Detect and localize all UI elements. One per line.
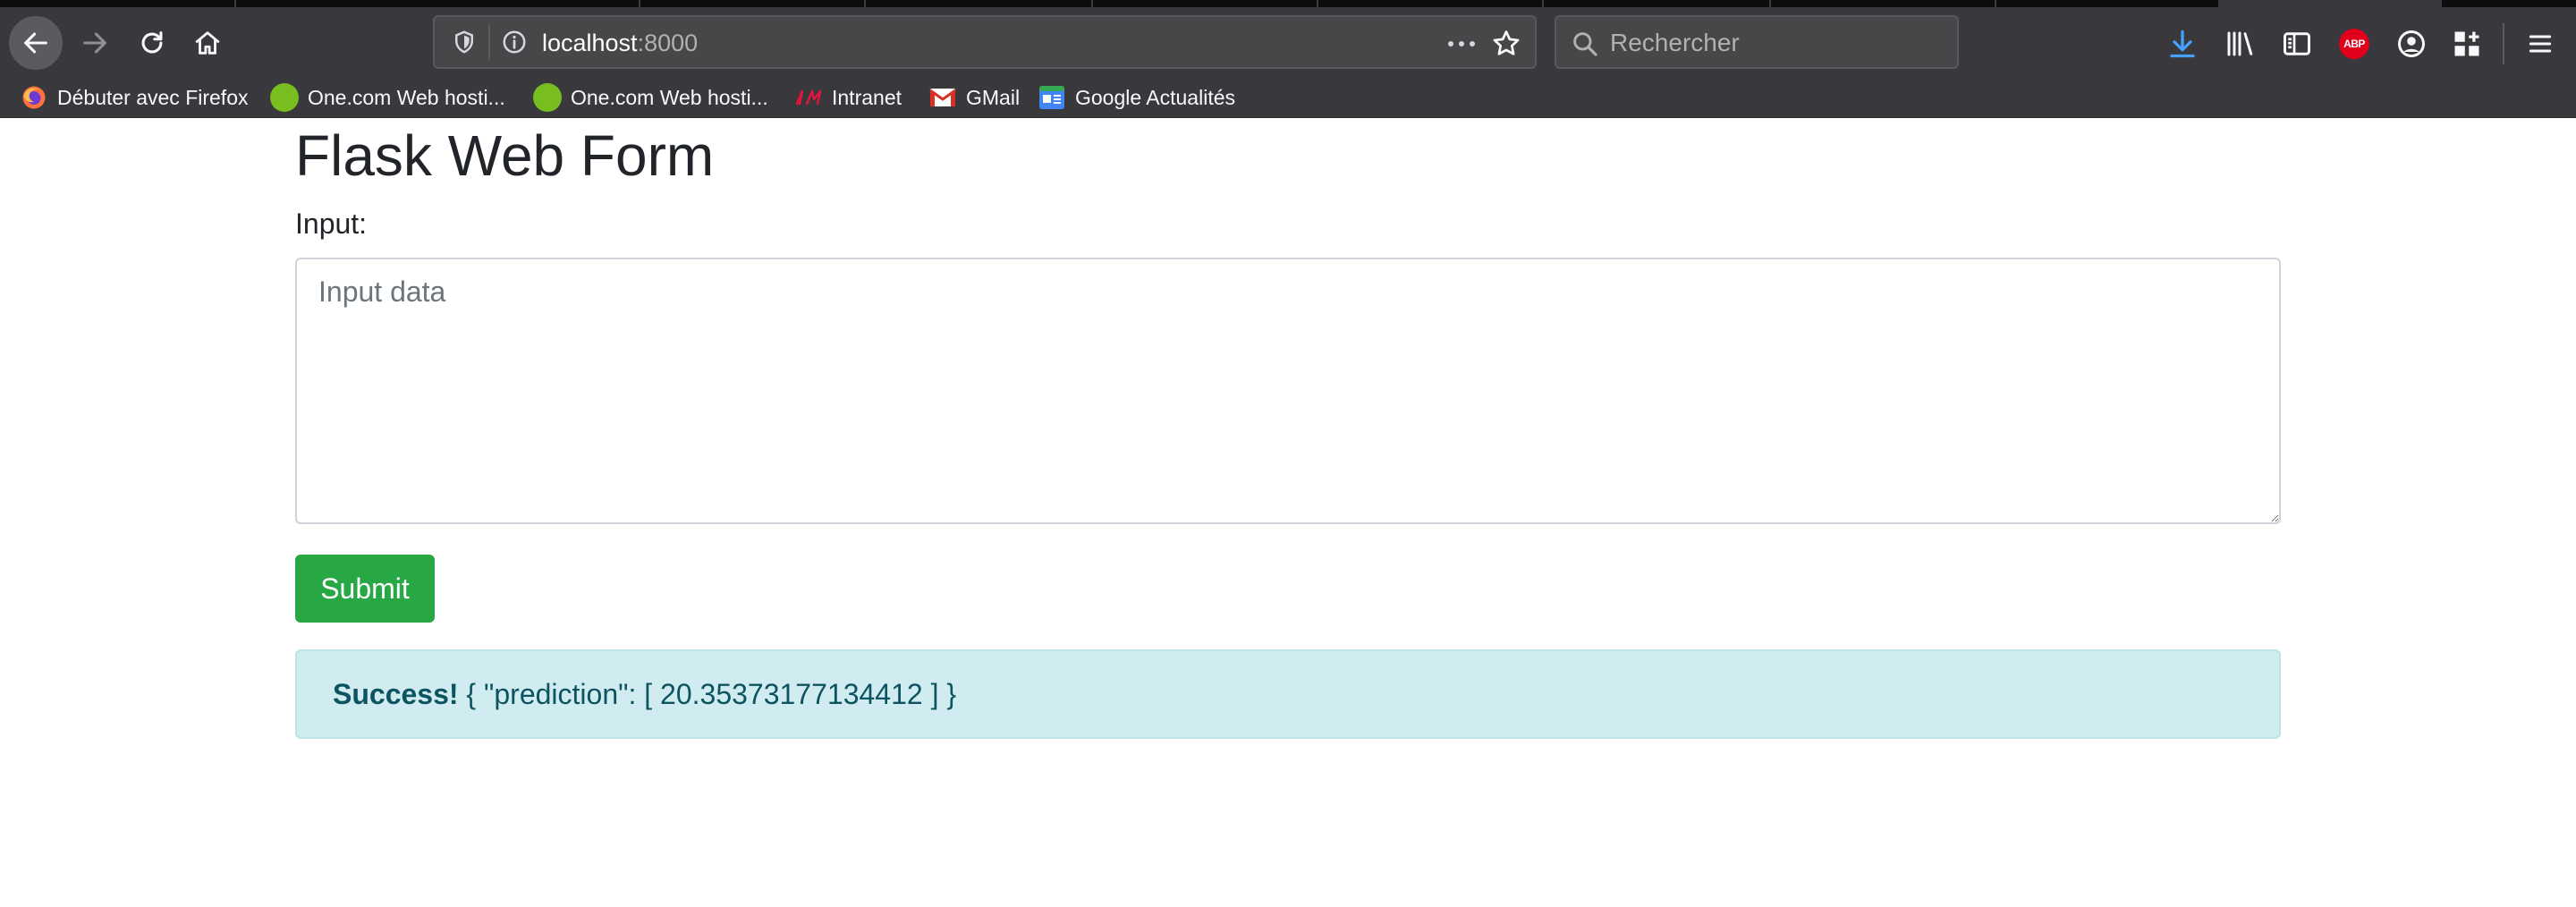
bookmark-star-icon[interactable] [1490,28,1522,64]
adblock-plus-button[interactable]: ABP [2336,26,2372,62]
back-button[interactable] [9,16,63,70]
tab-strip [0,0,2576,7]
home-button[interactable] [181,16,234,70]
bookmark-label: Intranet [832,85,902,109]
navigation-toolbar: localhost:8000 Rechercher ABP [0,7,2576,77]
onecom-icon [533,83,562,112]
main-menu-button[interactable] [2522,26,2558,62]
info-icon[interactable] [501,29,528,60]
submit-button[interactable]: Submit [295,555,435,623]
bookmark-label: One.com Web hosti... [308,85,505,109]
arrow-right-icon [83,32,106,54]
bookmark-label: Google Actualités [1075,85,1236,109]
toolbar-divider [2503,23,2504,64]
search-bar[interactable] [1555,15,1959,69]
home-icon [195,31,220,55]
sidebar-button[interactable] [2279,26,2315,62]
bookmarks-toolbar: Débuter avec Firefox One.com Web hosti..… [0,77,2576,118]
url-bar-divider [488,24,490,60]
firefox-icon [20,83,48,112]
url-port: :8000 [637,30,699,56]
bookmark-label: GMail [966,85,1021,109]
onecom-icon [270,83,299,112]
url-bar[interactable]: localhost:8000 [433,15,1537,69]
input-label: Input: [295,208,368,240]
bookmark-label: One.com Web hosti... [571,85,768,109]
bookmark-item[interactable]: Débuter avec Firefox [20,82,248,113]
reload-button[interactable] [125,16,179,70]
intranet-logo-icon [794,83,823,112]
url-text[interactable]: localhost:8000 [542,30,698,57]
extensions-icon [2454,31,2479,56]
gmail-icon [928,83,957,112]
google-news-icon [1038,83,1066,112]
hamburger-menu-icon [2529,35,2552,53]
bookmark-item[interactable]: Intranet [794,82,902,113]
bookmark-item[interactable]: One.com Web hosti... [533,82,768,113]
bookmark-label: Débuter avec Firefox [57,85,249,109]
tab-separator [864,0,866,7]
bookmark-item[interactable]: Google Actualités [1038,82,1235,113]
shield-icon[interactable] [451,29,478,60]
extensions-button[interactable] [2449,26,2485,62]
tab-separator [1317,0,1318,7]
alert-status: Success! [333,678,459,710]
page-title: Flask Web Form [295,123,715,188]
tab-separator [639,0,640,7]
library-button[interactable] [2222,26,2258,62]
search-input[interactable] [1610,26,1950,60]
tab-separator [1091,0,1093,7]
tab-separator [1995,0,1996,7]
tab-separator [1542,0,1544,7]
downloads-button[interactable] [2165,26,2200,62]
bookmark-item[interactable]: GMail [928,82,1020,113]
account-icon [2398,30,2425,57]
alert-message: { "prediction": [ 20.35373177134412 ] } [458,678,957,710]
url-host: localhost [542,30,638,56]
sidebar-icon [2284,32,2310,55]
reload-icon [141,31,163,54]
tab-separator [234,0,236,7]
search-icon [1571,30,1599,63]
tab-separator [1769,0,1771,7]
download-icon [2170,30,2195,58]
active-tab[interactable] [2218,0,2442,7]
arrow-left-icon [24,32,47,54]
account-button[interactable] [2394,26,2429,62]
bookmark-item[interactable]: One.com Web hosti... [270,82,505,113]
adblock-plus-icon: ABP [2339,29,2369,59]
page-actions-icon[interactable] [1445,30,1478,62]
success-alert: Success! { "prediction": [ 20.3537317713… [295,649,2281,739]
library-icon [2227,31,2253,56]
input-data-textarea[interactable] [295,258,2281,524]
forward-button[interactable] [68,16,122,70]
